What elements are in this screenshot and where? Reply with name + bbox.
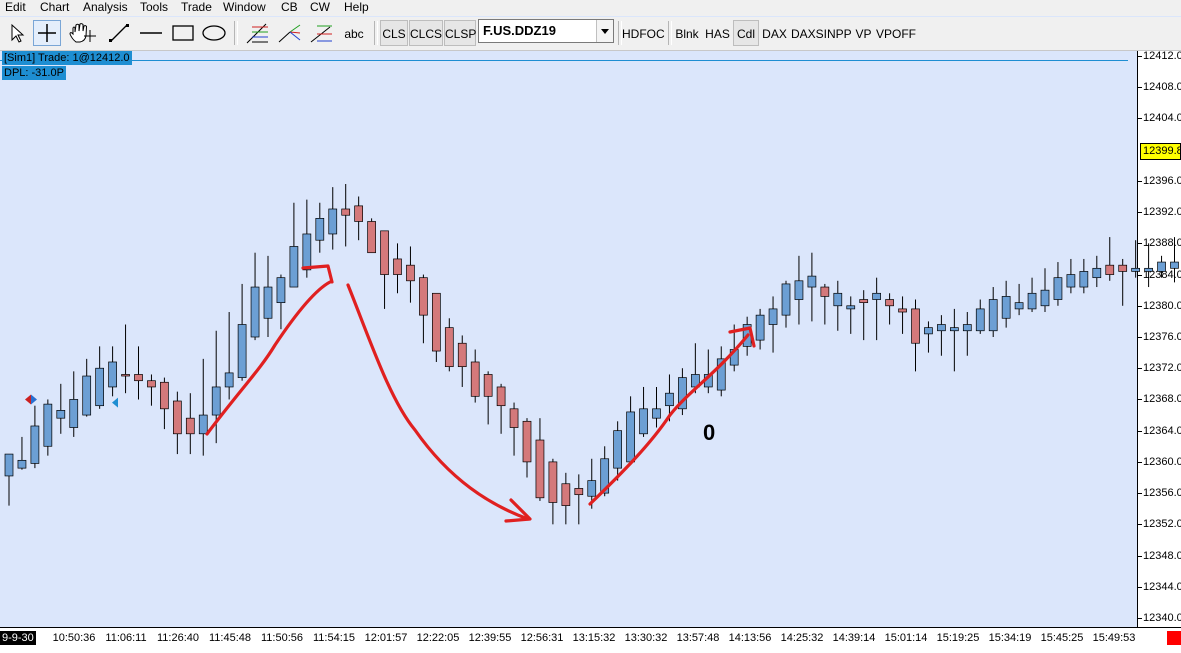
candle-body (1131, 267, 1141, 272)
candle-body (419, 277, 428, 316)
candle-body (1118, 264, 1128, 272)
candle-body (548, 461, 558, 503)
candle-body (1079, 271, 1089, 288)
candle-body (1066, 274, 1076, 288)
candle-body (924, 327, 933, 335)
candle-body (406, 264, 415, 282)
candle-body (250, 286, 260, 338)
candle-body (367, 221, 376, 254)
candle-body (885, 299, 894, 307)
candle-body (833, 292, 843, 307)
candle-body (393, 258, 402, 275)
candle-body (444, 327, 454, 368)
candle-body (820, 286, 830, 297)
candle-body (1053, 277, 1063, 300)
candle-body (302, 233, 312, 271)
candle-body (211, 386, 221, 416)
candle-body (30, 425, 40, 464)
candle-body (807, 275, 817, 288)
candle-body (535, 439, 545, 499)
candle-body (328, 208, 338, 235)
candle-body (108, 361, 117, 388)
candle-body (95, 367, 105, 407)
candle-body (82, 375, 92, 416)
candlestick-chart (4, 184, 1179, 525)
candle-body (289, 246, 299, 288)
candle-body (587, 480, 597, 497)
candle-body (639, 408, 648, 435)
candle-body (652, 408, 661, 419)
sell-marker (25, 394, 31, 405)
candle-body (1170, 261, 1179, 269)
buy-marker (112, 397, 118, 408)
candle-body (859, 299, 869, 304)
candle-body (1040, 289, 1050, 307)
candle-body (237, 324, 247, 378)
candle-body (56, 410, 66, 419)
candle-body (17, 459, 27, 469)
candle-body (872, 292, 882, 300)
candle-body (315, 218, 325, 241)
candle-body (768, 308, 778, 325)
candle-body (134, 374, 143, 382)
candle-body (4, 453, 14, 477)
candle-body (1105, 264, 1115, 275)
candle-body (483, 374, 493, 397)
candle-body (1092, 267, 1102, 279)
candle-body (962, 324, 972, 332)
candle-body (1014, 302, 1024, 310)
candle-body (613, 430, 623, 469)
candle-body (457, 342, 467, 368)
candle-body (1027, 292, 1037, 310)
buy-marker (31, 394, 37, 405)
candle-body (69, 399, 79, 428)
candle-body (911, 308, 920, 344)
candle-body (198, 414, 208, 435)
candle-body (276, 277, 286, 304)
candle-body (988, 299, 998, 332)
candle-body (185, 417, 195, 435)
candle-body (665, 392, 674, 407)
candle-body (432, 292, 441, 352)
candle-body (755, 314, 765, 341)
candle-body (509, 408, 519, 428)
candle-body (341, 208, 351, 216)
candle-body (781, 283, 791, 316)
candle-body (470, 361, 480, 397)
candle-body (522, 420, 532, 463)
candle-body (937, 324, 946, 332)
candle-body (224, 372, 234, 388)
candle-body (43, 403, 53, 447)
candle-body (147, 380, 156, 388)
candle-body (354, 205, 363, 222)
candle-body (794, 280, 804, 300)
candle-body (561, 483, 571, 506)
candle-body (496, 386, 506, 407)
annotation-zero: 0 (703, 420, 716, 445)
candle-body (1001, 296, 1011, 319)
candle-body (121, 374, 130, 377)
candle-body (1157, 261, 1166, 272)
candle-body (173, 400, 182, 435)
candle-body (975, 308, 985, 332)
candle-body (574, 488, 584, 496)
candle-body (1144, 267, 1153, 272)
candle-body (263, 286, 273, 319)
candle-body (949, 327, 959, 332)
candle-body (380, 230, 389, 275)
candle-body (846, 305, 856, 310)
candle-body (626, 411, 635, 463)
candle-body (160, 381, 169, 410)
candle-body (898, 308, 907, 313)
